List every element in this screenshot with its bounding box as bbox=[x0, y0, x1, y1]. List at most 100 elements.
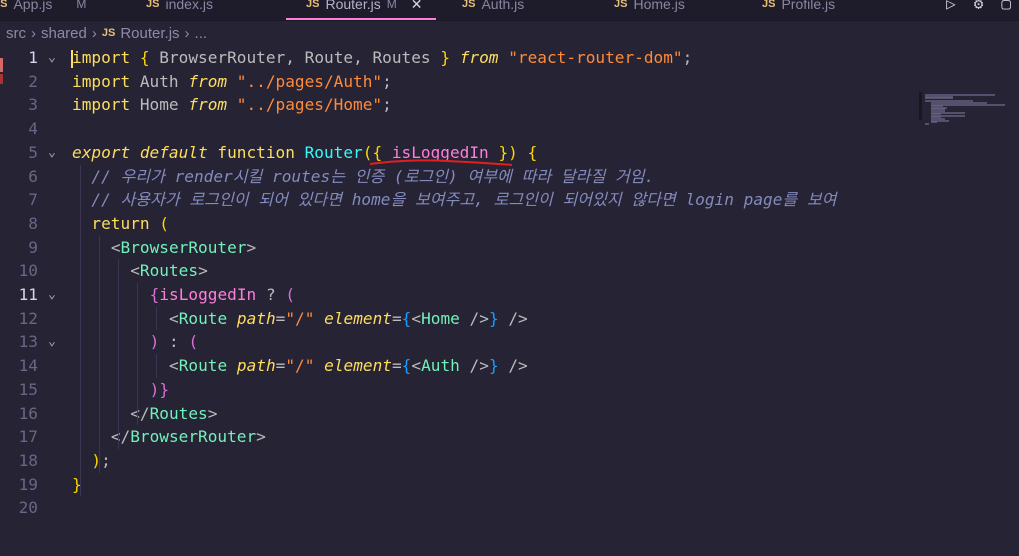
code-line[interactable]: 19} bbox=[0, 473, 1019, 497]
error-squiggle bbox=[369, 159, 513, 166]
line-number: 18 bbox=[18, 450, 38, 470]
code-text: import Home from "../pages/Home"; bbox=[72, 95, 392, 115]
compare-icon[interactable]: ⚙ bbox=[974, 0, 984, 13]
js-file-icon: JS bbox=[762, 0, 776, 10]
line-number: 15 bbox=[18, 379, 38, 399]
text-cursor bbox=[71, 50, 73, 68]
indent-guide bbox=[118, 259, 119, 449]
breadcrumb-file[interactable]: Router.js bbox=[120, 25, 179, 42]
js-file-icon: JS bbox=[306, 0, 320, 10]
line-number: 11 bbox=[18, 285, 38, 304]
code-line[interactable]: 15 )} bbox=[0, 378, 1019, 402]
line-number: 14 bbox=[18, 356, 38, 376]
js-file-icon: JS bbox=[0, 0, 8, 10]
line-number: 6 bbox=[28, 166, 38, 186]
tab-router[interactable]: JS Router.js M ✕ bbox=[286, 0, 437, 20]
js-file-icon: JS bbox=[462, 0, 476, 10]
line-number: 17 bbox=[18, 427, 38, 447]
tab-auth[interactable]: JS Auth.js bbox=[462, 0, 524, 16]
line-number: 3 bbox=[28, 95, 38, 115]
fold-chevron-icon[interactable]: ⌄ bbox=[48, 141, 56, 165]
indent-guide bbox=[156, 354, 157, 378]
code-line[interactable]: 13 ⌄ ) : ( bbox=[0, 330, 1019, 354]
code-editor[interactable]: 1 ⌄ import { BrowserRouter, Route, Routes … bbox=[0, 46, 1019, 556]
code-text: )} bbox=[149, 379, 170, 399]
breadcrumb-shared[interactable]: shared bbox=[41, 25, 87, 42]
breadcrumb-src[interactable]: src bbox=[6, 25, 26, 42]
line-number: 16 bbox=[18, 403, 38, 423]
tab-label: Auth.js bbox=[481, 0, 525, 12]
fold-chevron-icon[interactable]: ⌄ bbox=[48, 330, 56, 354]
code-text: // 우리가 render시킬 routes는 인증 (로그인) 여부에 따라 … bbox=[91, 166, 655, 186]
indent-guide bbox=[137, 283, 138, 426]
editor-actions: ▷ ⚙ ▢ bbox=[946, 0, 1011, 13]
tab-label: Home.js bbox=[633, 0, 685, 12]
tab-profile[interactable]: JS Profile.js bbox=[762, 0, 835, 16]
line-number: 1 bbox=[28, 48, 38, 67]
line-number: 12 bbox=[18, 308, 38, 328]
code-line[interactable]: 17 </BrowserRouter> bbox=[0, 425, 1019, 449]
breadcrumb: src › shared › JS Router.js › ... bbox=[0, 20, 1019, 46]
code-line[interactable]: 12 <Route path="/" element={<Home />} /> bbox=[0, 307, 1019, 331]
code-text: import { BrowserRouter, Route, Routes } … bbox=[72, 48, 693, 67]
tab-home[interactable]: JS Home.js bbox=[614, 0, 685, 16]
code-text: ) : ( bbox=[149, 332, 199, 352]
line-number: 20 bbox=[18, 498, 38, 518]
line-number: 5 bbox=[28, 142, 38, 162]
code-text: return ( bbox=[91, 213, 169, 233]
code-text: ); bbox=[91, 450, 111, 470]
line-number: 10 bbox=[18, 261, 38, 281]
run-icon[interactable]: ▷ bbox=[946, 0, 956, 13]
chevron-right-icon: › bbox=[91, 24, 97, 42]
close-icon[interactable]: ✕ bbox=[411, 0, 423, 13]
code-line[interactable]: 2 import Auth from "../pages/Auth"; bbox=[0, 70, 1019, 94]
tab-label: App.js bbox=[13, 0, 53, 12]
code-line[interactable]: 8 return ( bbox=[0, 212, 1019, 236]
code-line[interactable]: 1 ⌄ import { BrowserRouter, Route, Routes … bbox=[0, 46, 1019, 70]
code-line[interactable]: 18 ); bbox=[0, 449, 1019, 473]
modified-indicator: M bbox=[386, 0, 397, 11]
code-text: </Routes> bbox=[130, 403, 218, 423]
tab-app[interactable]: JS App.js M bbox=[0, 0, 86, 16]
line-number: 4 bbox=[28, 119, 38, 139]
js-file-icon: JS bbox=[614, 0, 628, 10]
code-text: <Route path="/" element={<Auth />} /> bbox=[169, 356, 528, 376]
code-line[interactable]: 20 bbox=[0, 496, 1019, 520]
tab-label: index.js bbox=[165, 0, 213, 12]
code-line[interactable]: 7 // 사용자가 로그인이 되어 있다면 home을 보여주고, 로그인이 되… bbox=[0, 188, 1019, 212]
tab-bar: JS App.js M JS index.js JS Router.js M ✕… bbox=[0, 0, 1019, 21]
code-line[interactable]: 9 <BrowserRouter> bbox=[0, 236, 1019, 260]
line-number: 2 bbox=[28, 71, 38, 91]
line-number: 7 bbox=[28, 190, 38, 210]
code-text: // 사용자가 로그인이 되어 있다면 home을 보여주고, 로그인이 되어있… bbox=[91, 190, 837, 210]
code-line[interactable]: 14 <Route path="/" element={<Auth />} /> bbox=[0, 354, 1019, 378]
breadcrumb-more[interactable]: ... bbox=[195, 25, 208, 42]
indent-guide bbox=[80, 164, 81, 497]
fold-chevron-icon[interactable]: ⌄ bbox=[48, 283, 56, 307]
code-text: {isLoggedIn ? ( bbox=[149, 285, 296, 304]
code-line[interactable]: 10 <Routes> bbox=[0, 259, 1019, 283]
line-number: 9 bbox=[28, 237, 38, 257]
tab-label: Router.js bbox=[325, 0, 381, 12]
modified-indicator: M bbox=[76, 0, 87, 11]
js-file-icon: JS bbox=[146, 0, 160, 10]
line-number: 19 bbox=[18, 474, 38, 494]
chevron-right-icon: › bbox=[184, 24, 190, 42]
code-line[interactable]: 16 </Routes> bbox=[0, 402, 1019, 426]
code-line[interactable]: 3 import Home from "../pages/Home"; bbox=[0, 93, 1019, 117]
tab-label: Profile.js bbox=[781, 0, 836, 12]
split-editor-icon[interactable]: ▢ bbox=[1001, 0, 1011, 13]
line-number: 8 bbox=[28, 213, 38, 233]
code-text: <Routes> bbox=[130, 261, 208, 281]
js-file-icon: JS bbox=[101, 27, 116, 39]
indent-guide bbox=[99, 235, 100, 473]
line-number: 13 bbox=[18, 332, 38, 352]
code-text: </BrowserRouter> bbox=[110, 427, 266, 447]
fold-chevron-icon[interactable]: ⌄ bbox=[48, 46, 56, 70]
indent-guide bbox=[156, 306, 157, 331]
code-line[interactable]: 11 ⌄ {isLoggedIn ? ( bbox=[0, 283, 1019, 307]
code-text: import Auth from "../pages/Auth"; bbox=[72, 71, 392, 91]
tab-index[interactable]: JS index.js bbox=[146, 0, 213, 16]
chevron-right-icon: › bbox=[31, 24, 36, 42]
code-line[interactable]: 4 bbox=[0, 117, 1019, 141]
